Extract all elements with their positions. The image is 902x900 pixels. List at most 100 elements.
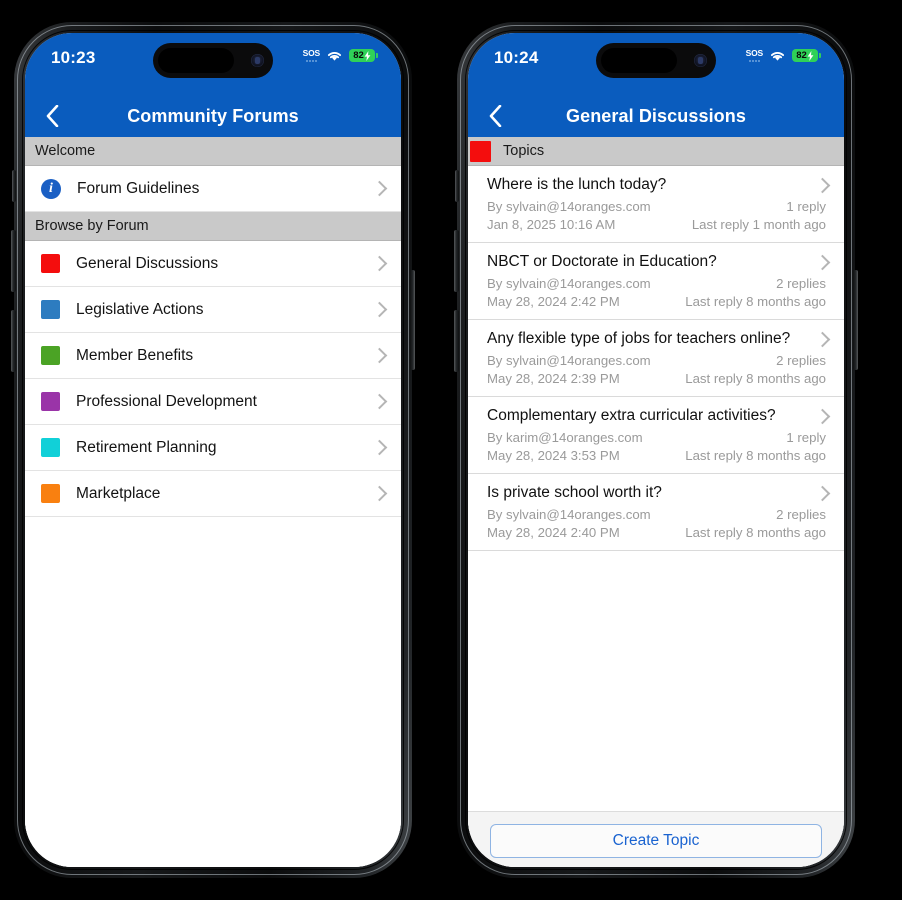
chevron-right-icon (371, 393, 388, 410)
volume-up-button[interactable] (11, 230, 16, 292)
topic-meta: By sylvain@14oranges.com May 28, 2024 2:… (487, 352, 832, 387)
topic-author: By sylvain@14oranges.com (487, 507, 651, 522)
topic-author: By sylvain@14oranges.com (487, 276, 651, 291)
volume-down-button[interactable] (11, 310, 16, 372)
topic-last-reply: Last reply 8 months ago (685, 293, 826, 309)
mute-switch-button[interactable] (455, 170, 459, 202)
page-title: General Discussions (566, 105, 746, 126)
topic-reply-count: 2 replies (776, 276, 826, 291)
navigation-bar: Community Forums (25, 95, 401, 137)
color-swatch-icon (41, 438, 60, 457)
chevron-right-icon (814, 408, 831, 424)
status-bar: 10:24 SOS 82 (468, 33, 844, 95)
topic-last-reply: Last reply 8 months ago (685, 370, 826, 386)
power-button[interactable] (410, 270, 415, 370)
status-bar-clock: 10:24 (494, 48, 539, 67)
signal-dots-icon (305, 59, 317, 62)
topic-header: Any flexible type of jobs for teachers o… (487, 329, 832, 349)
create-topic-button[interactable]: Create Topic (490, 824, 822, 858)
mute-switch-button[interactable] (12, 170, 16, 202)
chevron-right-icon (371, 301, 388, 318)
list-item-marketplace[interactable]: Marketplace (25, 471, 401, 517)
section-header-label: Topics (503, 143, 545, 159)
topic-title: NBCT or Doctorate in Education? (487, 253, 717, 270)
topic-last-reply: Last reply 1 month ago (691, 216, 826, 232)
chevron-right-icon (814, 485, 831, 501)
phone-screen-left: 10:23 SOS 82 Community Forums Welcome i … (25, 33, 401, 867)
topic-author-date: By sylvain@14oranges.com May 28, 2024 2:… (487, 352, 651, 387)
wifi-icon (326, 49, 343, 62)
topic-meta: By karim@14oranges.com May 28, 2024 3:53… (487, 429, 832, 464)
sos-indicator: SOS (746, 49, 763, 62)
forum-list: Welcome i Forum Guidelines Browse by For… (25, 137, 401, 867)
topic-reply-info: 2 replies Last reply 8 months ago (685, 352, 826, 387)
chevron-right-icon (371, 439, 388, 456)
topic-reply-count: 2 replies (776, 353, 826, 368)
color-swatch-icon (41, 484, 60, 503)
volume-down-button[interactable] (454, 310, 459, 372)
table-row[interactable]: Complementary extra curricular activitie… (468, 397, 844, 474)
chevron-right-icon (814, 177, 831, 193)
phone-screen-right: 10:24 SOS 82 General Discussions Topics … (468, 33, 844, 867)
battery-indicator: 82 (792, 49, 821, 62)
status-bar-indicators: SOS 82 (746, 47, 821, 62)
power-button[interactable] (853, 270, 858, 370)
topic-title: Complementary extra curricular activitie… (487, 407, 776, 424)
charging-bolt-icon (807, 50, 814, 61)
chevron-right-icon (371, 255, 388, 272)
list-item-forum-guidelines[interactable]: i Forum Guidelines (25, 166, 401, 212)
color-swatch-icon (41, 392, 60, 411)
topic-reply-info: 1 reply Last reply 8 months ago (685, 429, 826, 464)
topic-title: Where is the lunch today? (487, 176, 667, 193)
back-button[interactable] (39, 103, 65, 129)
topic-last-reply: Last reply 8 months ago (685, 524, 826, 540)
topic-reply-info: 2 replies Last reply 8 months ago (685, 275, 826, 310)
list-item-general-discussions[interactable]: General Discussions (25, 241, 401, 287)
phone-device-left: 10:23 SOS 82 Community Forums Welcome i … (11, 22, 415, 878)
section-header-topics: Topics (468, 137, 844, 166)
back-button[interactable] (482, 103, 508, 129)
topic-author: By sylvain@14oranges.com (487, 353, 651, 368)
table-row[interactable]: Is private school worth it? By sylvain@1… (468, 474, 844, 551)
table-row[interactable]: NBCT or Doctorate in Education? By sylva… (468, 243, 844, 320)
chevron-right-icon (371, 485, 388, 502)
phone-device-right: 10:24 SOS 82 General Discussions Topics … (454, 22, 858, 878)
navigation-bar: General Discussions (468, 95, 844, 137)
color-swatch-icon (41, 346, 60, 365)
topic-last-reply: Last reply 8 months ago (685, 447, 826, 463)
chevron-right-icon (814, 254, 831, 270)
list-item-retirement-planning[interactable]: Retirement Planning (25, 425, 401, 471)
list-item-member-benefits[interactable]: Member Benefits (25, 333, 401, 379)
table-row[interactable]: Any flexible type of jobs for teachers o… (468, 320, 844, 397)
info-circle-icon: i (41, 178, 61, 199)
battery-level-label: 82 (353, 49, 364, 61)
volume-up-button[interactable] (454, 230, 459, 292)
topics-list: Topics Where is the lunch today? By sylv… (468, 137, 844, 867)
topic-header: Is private school worth it? (487, 483, 832, 503)
dynamic-island (153, 43, 273, 78)
list-item-label: Professional Development (76, 392, 257, 410)
topic-meta: By sylvain@14oranges.com Jan 8, 2025 10:… (487, 198, 832, 233)
status-bar-indicators: SOS 82 (303, 47, 378, 62)
color-swatch-icon (41, 254, 60, 273)
screenshot-canvas: 10:23 SOS 82 Community Forums Welcome i … (0, 0, 902, 900)
section-header-welcome: Welcome (25, 137, 401, 166)
sos-indicator: SOS (303, 49, 320, 62)
topic-author-date: By karim@14oranges.com May 28, 2024 3:53… (487, 429, 643, 464)
topic-reply-count: 2 replies (776, 507, 826, 522)
topic-date: Jan 8, 2025 10:16 AM (487, 216, 616, 232)
chevron-left-icon (46, 105, 58, 127)
color-swatch-icon (470, 140, 491, 162)
list-item-label: General Discussions (76, 254, 219, 272)
chevron-right-icon (371, 347, 388, 364)
status-bar-clock: 10:23 (51, 48, 96, 67)
topic-date: May 28, 2024 2:39 PM (487, 370, 620, 386)
section-header-browse: Browse by Forum (25, 212, 401, 241)
list-item-professional-development[interactable]: Professional Development (25, 379, 401, 425)
topic-reply-info: 1 reply Last reply 1 month ago (692, 198, 826, 233)
topic-header: NBCT or Doctorate in Education? (487, 252, 832, 272)
list-item-legislative-actions[interactable]: Legislative Actions (25, 287, 401, 333)
dynamic-island (596, 43, 716, 78)
table-row[interactable]: Where is the lunch today? By sylvain@14o… (468, 166, 844, 243)
topic-reply-count: 1 reply (786, 430, 826, 445)
